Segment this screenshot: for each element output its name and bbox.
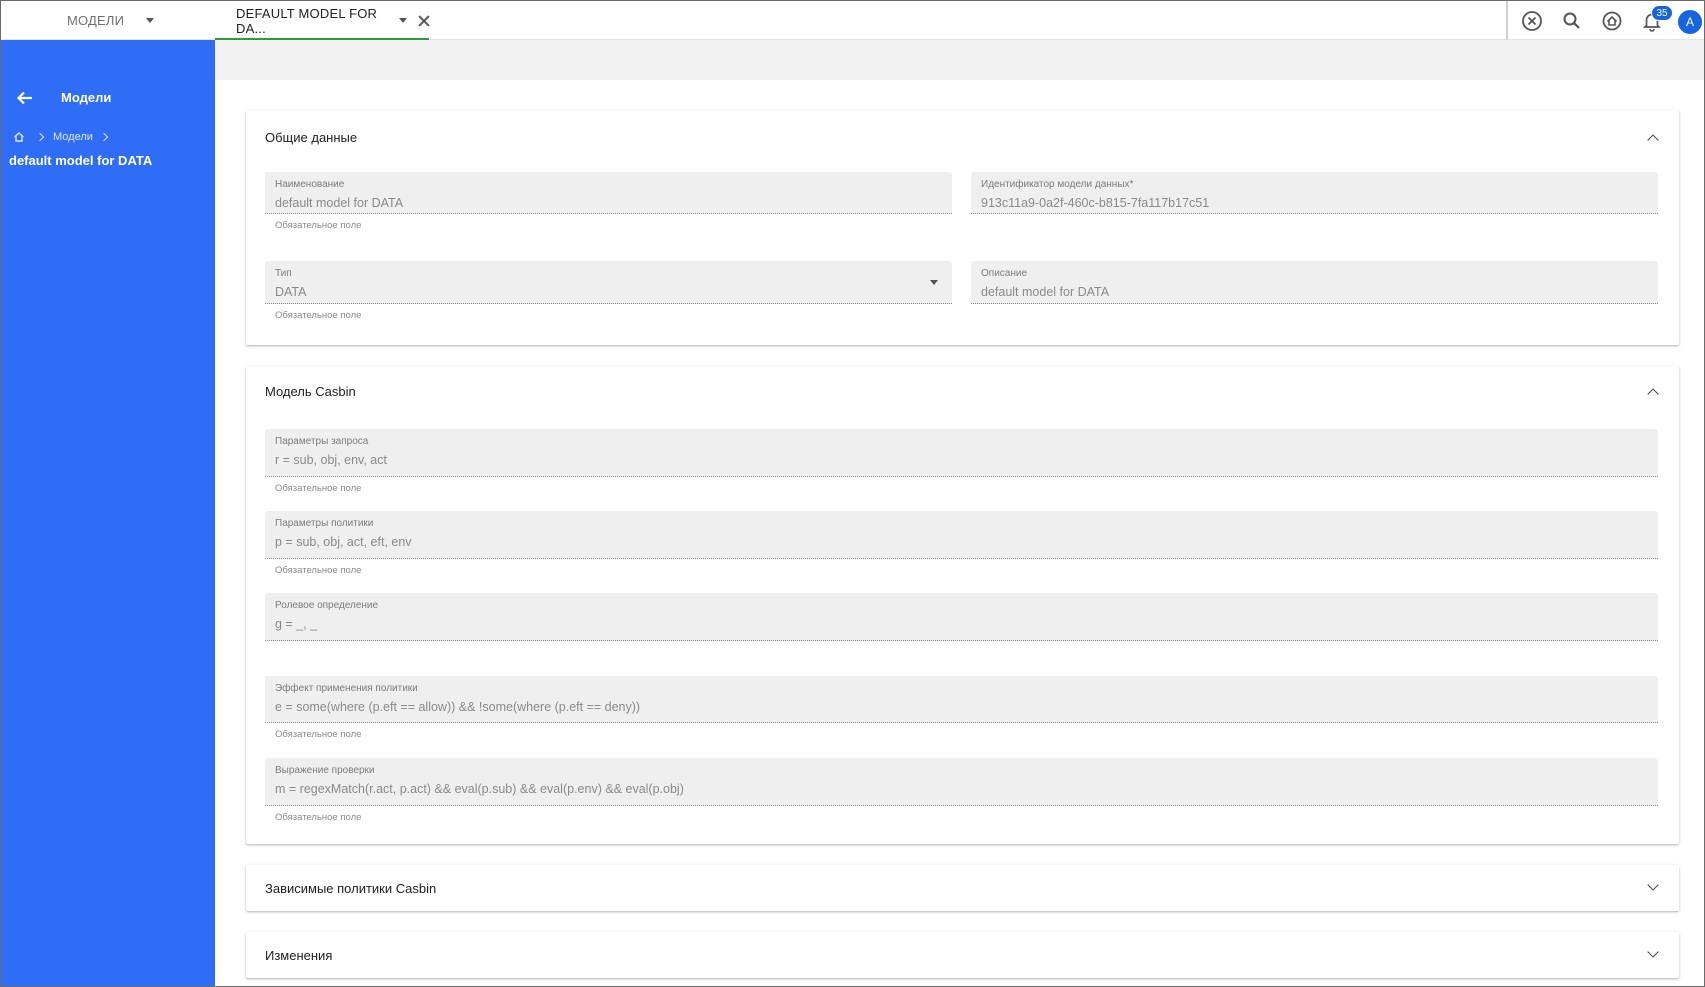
name-field-value: default model for DATA: [275, 196, 404, 210]
name-field-label: Наименование: [275, 179, 345, 190]
close-circle-icon[interactable]: [1520, 9, 1544, 33]
policy-params-value: p = sub, obj, act, eft, env: [275, 535, 412, 549]
policy-effect-value: e = some(where (p.eft == allow)) && !som…: [275, 700, 641, 714]
search-icon[interactable]: [1560, 9, 1584, 33]
request-params-field[interactable]: Параметры запроса r = sub, obj, env, act: [265, 429, 1658, 477]
top-bar: МОДЕЛИ DEFAULT MODEL FOR DA... 35 A: [1, 1, 1704, 41]
sidebar-current-item: default model for DATA: [9, 153, 153, 168]
policy-params-field[interactable]: Параметры политики p = sub, obj, act, ef…: [265, 511, 1658, 559]
tab-current-model[interactable]: DEFAULT MODEL FOR DA...: [215, 1, 429, 41]
chevron-right-icon: [35, 132, 45, 142]
description-field-value: default model for DATA: [981, 285, 1110, 299]
type-select-value: DATA: [275, 285, 307, 299]
caret-down-icon[interactable]: [930, 280, 938, 285]
chevron-up-icon[interactable]: [1647, 388, 1659, 400]
app-window: МОДЕЛИ DEFAULT MODEL FOR DA... 35 A Моде…: [0, 0, 1705, 987]
policy-effect-field[interactable]: Эффект применения политики e = some(wher…: [265, 676, 1658, 723]
notification-badge: 35: [1651, 5, 1673, 21]
policy-params-label: Параметры политики: [275, 518, 374, 529]
tab-current-model-label: DEFAULT MODEL FOR DA...: [236, 5, 378, 36]
sidebar-title: Модели: [61, 90, 112, 105]
user-avatar[interactable]: A: [1678, 10, 1702, 34]
panel-dependent-title: Зависимые политики Casbin: [265, 881, 437, 896]
back-arrow-icon[interactable]: [15, 88, 35, 108]
panel-casbin-title: Модель Casbin: [265, 384, 356, 399]
caret-down-icon[interactable]: [399, 18, 408, 23]
model-id-field[interactable]: Идентификатор модели данных* 913c11a9-0a…: [971, 172, 1658, 214]
panel-dependent-policies[interactable]: Зависимые политики Casbin: [246, 865, 1679, 911]
policy-effect-label: Эффект применения политики: [275, 683, 418, 694]
model-id-field-label: Идентификатор модели данных*: [981, 179, 1134, 190]
caret-down-icon[interactable]: [146, 18, 155, 23]
description-field[interactable]: Описание default model for DATA: [971, 261, 1658, 304]
policy-effect-hint: Обязательное поле: [275, 729, 362, 740]
request-params-hint: Обязательное поле: [275, 483, 362, 494]
chevron-down-icon[interactable]: [1647, 946, 1659, 958]
request-params-value: r = sub, obj, env, act: [275, 453, 387, 467]
panel-general-title: Общие данные: [265, 130, 358, 145]
role-definition-value: g = _, _: [275, 617, 318, 631]
panel-general: Общие данные Наименование default model …: [246, 110, 1679, 345]
role-definition-label: Ролевое определение: [275, 600, 379, 611]
sidebar: Модели Модели default model for DATA: [1, 40, 215, 986]
request-params-label: Параметры запроса: [275, 436, 369, 447]
breadcrumb-item-models[interactable]: Модели: [53, 131, 93, 143]
home-icon[interactable]: [1600, 9, 1624, 33]
type-select-hint: Обязательное поле: [275, 310, 362, 321]
policy-params-hint: Обязательное поле: [275, 565, 362, 576]
panel-changes-title: Изменения: [265, 948, 333, 963]
matcher-hint: Обязательное поле: [275, 812, 362, 823]
matcher-field[interactable]: Выражение проверки m = regexMatch(r.act,…: [265, 758, 1658, 806]
name-field-hint: Обязательное поле: [275, 220, 362, 231]
toolbar-strip: [215, 40, 1704, 80]
description-field-label: Описание: [981, 268, 1028, 279]
name-field[interactable]: Наименование default model for DATA: [265, 172, 952, 214]
breadcrumb: Модели: [13, 131, 117, 143]
model-id-field-value: 913c11a9-0a2f-460c-b815-7fa117b17c51: [981, 196, 1210, 210]
top-actions: 35 A: [1506, 1, 1704, 40]
panel-changes[interactable]: Изменения: [246, 932, 1679, 978]
type-select[interactable]: Тип DATA: [265, 261, 952, 304]
matcher-value: m = regexMatch(r.act, p.act) && eval(p.s…: [275, 782, 684, 796]
chevron-up-icon[interactable]: [1647, 134, 1659, 146]
close-tab-icon[interactable]: [417, 14, 429, 28]
tab-models-label: МОДЕЛИ: [67, 13, 125, 28]
tab-models[interactable]: МОДЕЛИ: [67, 1, 155, 40]
matcher-label: Выражение проверки: [275, 765, 375, 776]
home-icon[interactable]: [13, 131, 25, 143]
chevron-down-icon[interactable]: [1647, 879, 1659, 891]
type-select-label: Тип: [275, 268, 292, 279]
main-content: Общие данные Наименование default model …: [215, 40, 1704, 986]
panel-casbin: Модель Casbin Параметры запроса r = sub,…: [246, 366, 1679, 844]
role-definition-field[interactable]: Ролевое определение g = _, _: [265, 593, 1658, 641]
chevron-right-icon: [99, 132, 109, 142]
